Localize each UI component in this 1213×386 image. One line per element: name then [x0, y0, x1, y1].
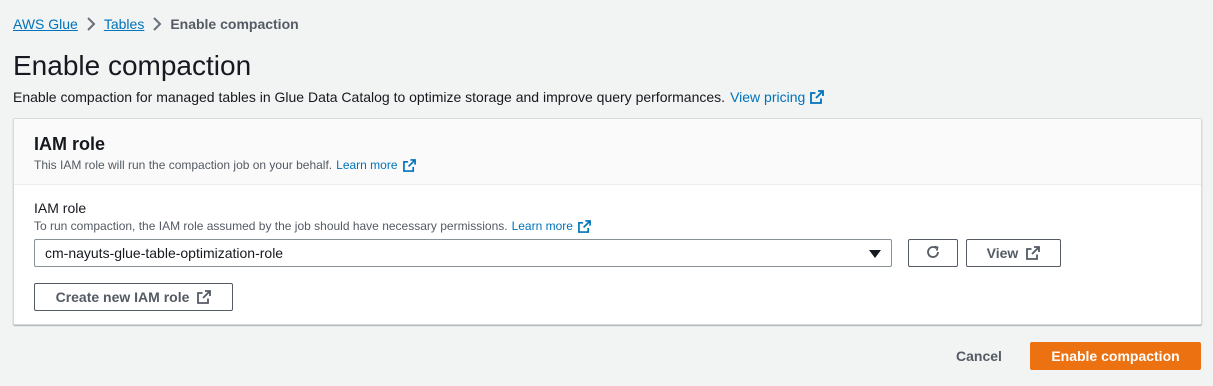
breadcrumb-tables[interactable]: Tables	[104, 15, 144, 33]
view-pricing-link[interactable]: View pricing	[730, 87, 805, 107]
iam-role-container: IAM role This IAM role will run the comp…	[13, 118, 1202, 325]
field-learn-more-link[interactable]: Learn more	[512, 218, 573, 234]
view-role-label: View	[986, 245, 1019, 261]
container-header: IAM role This IAM role will run the comp…	[14, 119, 1201, 185]
breadcrumb-current: Enable compaction	[170, 16, 299, 32]
chevron-right-icon	[78, 15, 104, 33]
iam-role-selected-value: cm-nayuts-glue-table-optimization-role	[45, 245, 284, 261]
page: AWS Glue Tables Enable compaction Enable…	[0, 0, 1213, 386]
iam-role-select[interactable]: cm-nayuts-glue-table-optimization-role	[34, 239, 892, 267]
view-role-button[interactable]: View	[966, 239, 1061, 267]
breadcrumb-aws-glue[interactable]: AWS Glue	[13, 15, 78, 33]
page-description: Enable compaction for managed tables in …	[13, 87, 825, 107]
container-description: This IAM role will run the compaction jo…	[34, 157, 1181, 173]
field-description-text: To run compaction, the IAM role assumed …	[34, 219, 508, 233]
learn-more-link[interactable]: Learn more	[336, 157, 397, 173]
external-link-icon[interactable]	[578, 219, 591, 233]
refresh-button[interactable]	[908, 239, 958, 267]
chevron-right-icon	[144, 15, 170, 33]
page-title: Enable compaction	[13, 50, 252, 81]
page-description-text: Enable compaction for managed tables in …	[13, 89, 726, 105]
create-iam-role-label: Create new IAM role	[55, 289, 190, 305]
container-description-text: This IAM role will run the compaction jo…	[34, 158, 333, 172]
enable-compaction-button[interactable]: Enable compaction	[1030, 342, 1201, 370]
container-title: IAM role	[34, 134, 106, 154]
breadcrumb: AWS Glue Tables Enable compaction	[13, 15, 299, 33]
create-iam-role-button[interactable]: Create new IAM role	[34, 283, 233, 311]
iam-role-field-description: To run compaction, the IAM role assumed …	[34, 218, 591, 234]
external-link-icon	[1026, 246, 1041, 260]
external-link-icon[interactable]	[810, 90, 825, 104]
caret-down-icon	[869, 245, 881, 261]
cancel-button[interactable]: Cancel	[945, 343, 1013, 369]
refresh-icon	[925, 244, 941, 263]
iam-role-field-label: IAM role	[34, 200, 87, 216]
external-link-icon	[197, 290, 212, 304]
external-link-icon[interactable]	[402, 158, 416, 172]
